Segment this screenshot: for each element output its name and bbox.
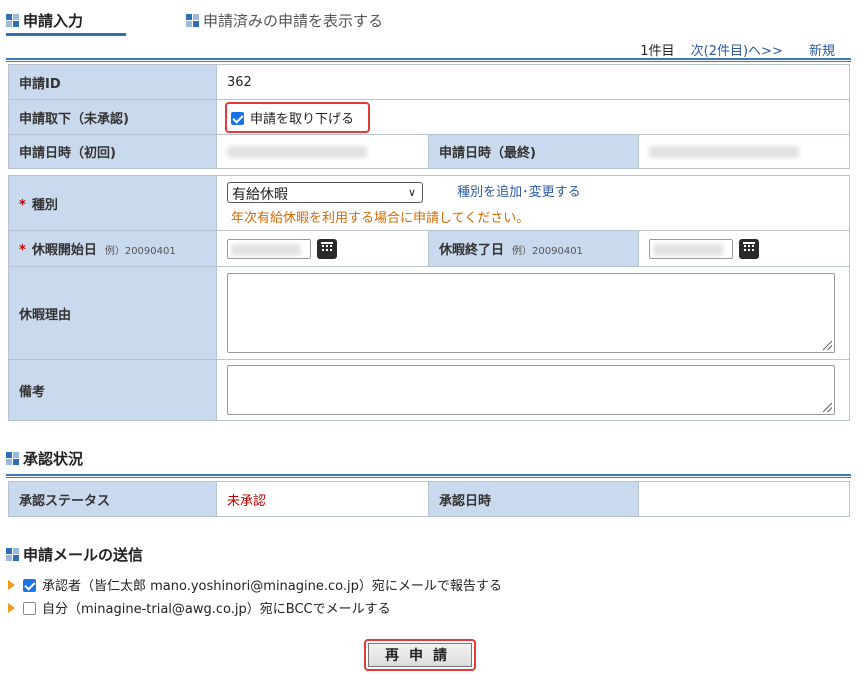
last-datetime-label: 申請日時（最終): [428, 134, 639, 169]
withdraw-label: 申請取下（未承認): [8, 99, 217, 135]
withdraw-highlight: 申請を取り下げる: [225, 101, 371, 133]
chevron-down-icon: ∨: [407, 185, 416, 199]
notes-textarea[interactable]: [227, 365, 835, 415]
resubmit-highlight: 再申請: [364, 639, 476, 671]
start-date-label: * 休暇開始日 例）20090401: [8, 230, 217, 267]
notes-label: 備考: [8, 359, 217, 421]
section-rule: [6, 58, 851, 62]
tab-submitted-applications-label: 申請済みの申請を表示する: [203, 12, 384, 30]
mail-approver-label[interactable]: 承認者（皆仁太郎 mano.yoshinori@minagine.co.jp）宛…: [42, 579, 502, 594]
active-tab-underline: [6, 33, 126, 36]
mail-self-checkbox[interactable]: [23, 602, 36, 615]
leave-form-table: * 種別 有給休暇 ∨ 種別を追加･変更する 年次有給休暇を利用する場合に申請してく…: [8, 175, 850, 421]
mail-self-row: 自分（minagine-trial@awg.co.jp）宛にBCCでメールする: [8, 598, 391, 617]
grid-icon: [6, 548, 19, 561]
tab-application-input[interactable]: 申請入力: [6, 10, 83, 31]
tab-bar: 申請入力 申請済みの申請を表示する: [6, 10, 861, 32]
new-link[interactable]: 新規: [809, 44, 835, 59]
tab-application-input-label: 申請入力: [23, 12, 84, 30]
calendar-icon[interactable]: [317, 238, 337, 259]
last-datetime-value: [638, 134, 850, 169]
first-datetime-value: [216, 134, 429, 169]
approval-status-label: 承認ステータス: [8, 481, 217, 517]
mail-approver-row: 承認者（皆仁太郎 mano.yoshinori@minagine.co.jp）宛…: [8, 575, 502, 594]
mail-section-title: 申請メールの送信: [6, 544, 143, 565]
resize-handle-icon[interactable]: [823, 341, 832, 350]
grid-icon: [186, 14, 199, 27]
approval-table: 承認ステータス 未承認 承認日時: [8, 481, 850, 517]
end-date-hint: 例）20090401: [512, 246, 583, 257]
type-select[interactable]: 有給休暇 ∨: [227, 181, 423, 203]
type-edit-link[interactable]: 種別を追加･変更する: [457, 185, 581, 200]
start-date-hint: 例）20090401: [104, 246, 176, 257]
type-label: * 種別: [8, 175, 217, 231]
withdraw-checkbox-label[interactable]: 申請を取り下げる: [250, 112, 354, 127]
section-rule: [6, 474, 851, 478]
start-date-input[interactable]: [227, 238, 311, 259]
application-id-label: 申請ID: [8, 64, 217, 100]
calendar-icon[interactable]: [739, 238, 759, 259]
grid-icon: [6, 452, 19, 465]
pager: 1件目 次(2件目)へ>> 新規: [628, 40, 835, 59]
mail-approver-checkbox[interactable]: [23, 579, 36, 592]
reason-textarea[interactable]: [227, 273, 835, 353]
reason-label: 休暇理由: [8, 266, 217, 360]
application-id-value: 362: [216, 64, 850, 100]
tab-submitted-applications[interactable]: 申請済みの申請を表示する: [186, 10, 383, 31]
pager-next-link[interactable]: 次(2件目)へ>>: [691, 44, 783, 59]
approval-status-value: 未承認: [216, 481, 429, 517]
approval-section-title: 承認状況: [6, 448, 83, 469]
type-notice: 年次有給休暇を利用する場合に申請してください。: [231, 210, 530, 226]
mail-self-label[interactable]: 自分（minagine-trial@awg.co.jp）宛にBCCでメールする: [42, 602, 391, 617]
end-date-label: 休暇終了日 例）20090401: [428, 230, 639, 267]
approval-date-value: [638, 481, 850, 517]
pager-current: 1件目: [640, 44, 675, 59]
application-info-table: 申請ID 362 申請取下（未承認) 申請を取り下げる 申請日時（初回) 申請日…: [8, 64, 850, 169]
bullet-arrow-icon: [8, 580, 15, 590]
resize-handle-icon[interactable]: [823, 403, 832, 412]
end-date-input[interactable]: [649, 238, 733, 259]
approval-date-label: 承認日時: [428, 481, 639, 517]
required-mark: *: [19, 197, 26, 213]
bullet-arrow-icon: [8, 603, 15, 613]
grid-icon: [6, 14, 19, 27]
first-datetime-label: 申請日時（初回): [8, 134, 217, 169]
withdraw-checkbox[interactable]: [231, 111, 244, 125]
resubmit-button[interactable]: 再申請: [368, 643, 472, 667]
